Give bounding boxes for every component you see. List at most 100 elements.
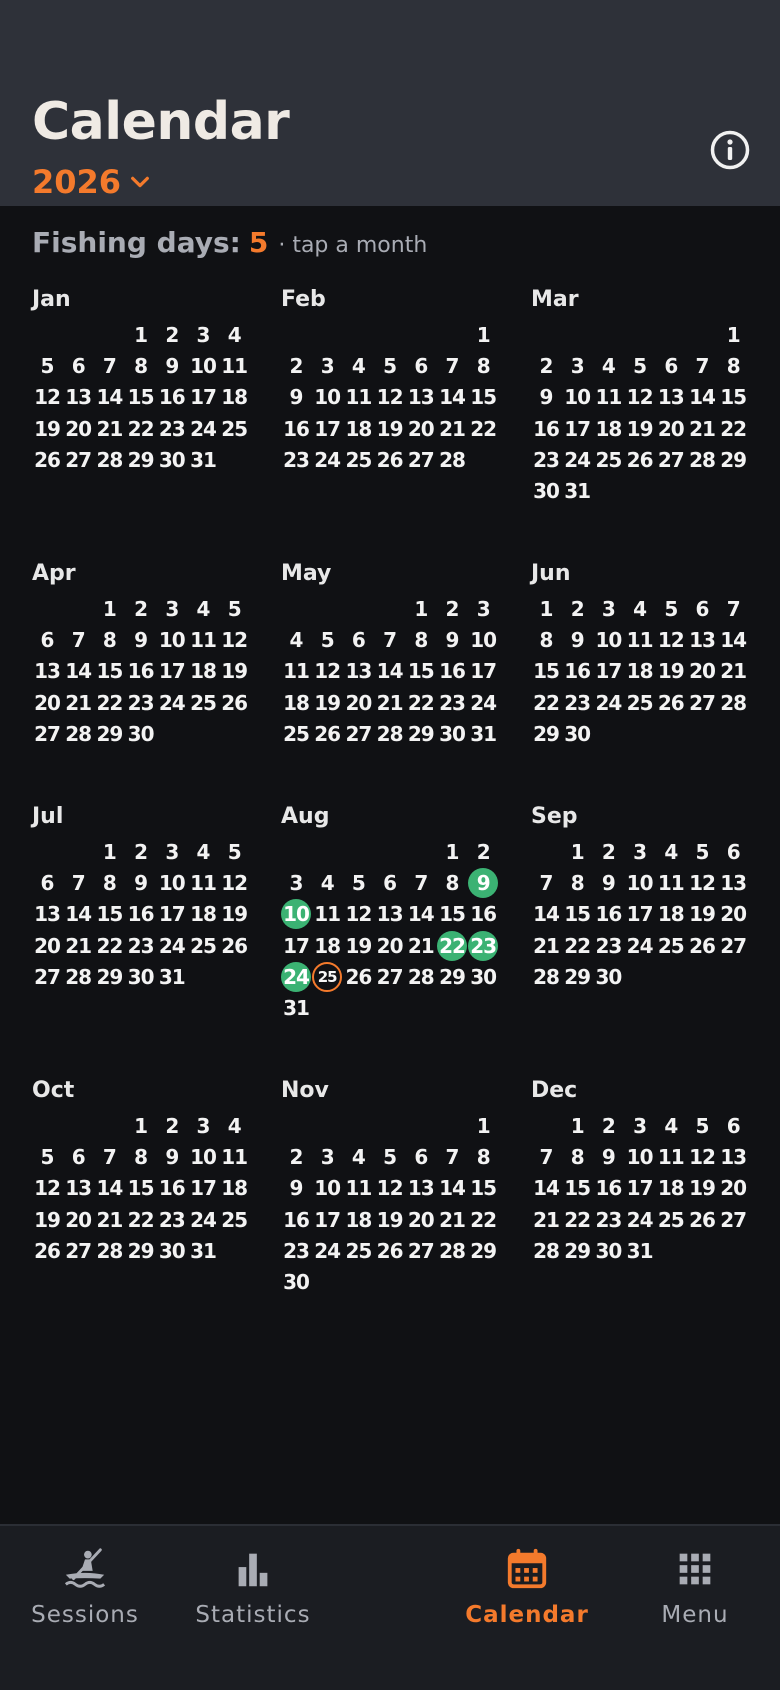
month-nov[interactable]: Nov 1 2 3 4 5 6 7 8 9 10 11 12 13 14 15 16 17 18 19 20 21 22 23… (281, 1077, 531, 1294)
day-cell: 31 (626, 1238, 654, 1263)
day-cell: 19 (34, 1207, 61, 1232)
today-marker: 25 (312, 961, 343, 992)
day-cell: 6 (383, 871, 397, 896)
day-cell: 29 (564, 1238, 591, 1263)
tap-month-hint: · tap a month (278, 233, 428, 258)
fishing-day: 24 (281, 961, 311, 992)
day-cell: 7 (414, 871, 428, 896)
day-cell: 20 (720, 1176, 747, 1201)
nav-sessions[interactable]: Sessions (0, 1526, 170, 1646)
day-cell: 13 (345, 659, 372, 684)
month-feb[interactable]: Feb 1 2 3 4 5 6 7 8 9 10 11 12 13 14 15 16 17 18 19 20 21 22 23… (281, 286, 531, 472)
month-jun[interactable]: Jun 1 2 3 4 5 6 7 8 9 10 11 12 13 14 15 16 17 18 19 20 21 22 23… (531, 560, 780, 746)
nav-menu[interactable]: Menu (610, 1526, 780, 1646)
day-cell: 6 (664, 354, 678, 379)
day-cell: 5 (383, 1145, 397, 1170)
month-jan[interactable]: Jan 1 2 3 4 5 6 7 8 9 10 11 12 13 14 15 16 17 18 19 20 21 22 23… (32, 286, 282, 472)
day-cell: 25 (626, 690, 654, 715)
day-cell: 27 (34, 721, 61, 746)
nav-statistics[interactable]: Statistics (168, 1526, 338, 1646)
day-cell: 9 (134, 628, 148, 653)
day-cell: 20 (407, 1207, 435, 1232)
day-cell: 8 (476, 354, 491, 379)
day-cell: 2 (445, 597, 460, 621)
month-dec[interactable]: Dec 1 2 3 4 5 6 7 8 9 10 11 12 13 14 15 16 17 18 19 20 21 22 23… (531, 1077, 780, 1263)
day-cell: 16 (283, 1207, 310, 1232)
day-cell: 26 (221, 690, 248, 715)
calendar-icon (507, 1548, 547, 1589)
day-cell: 10 (190, 354, 217, 379)
day-cell: 19 (34, 416, 61, 441)
day-cell: 29 (127, 447, 155, 472)
day-cell: 8 (570, 1145, 585, 1170)
day-cell: 1 (476, 323, 491, 347)
day-cell: 9 (570, 628, 585, 653)
day-cell: 3 (165, 840, 179, 864)
info-icon[interactable] (710, 130, 750, 170)
day-cell: 29 (470, 1238, 497, 1263)
day-cell: 14 (439, 1176, 466, 1201)
day-cell: 11 (657, 1145, 685, 1170)
day-cell: 8 (134, 1145, 148, 1170)
day-cell: 28 (533, 964, 560, 989)
month-oct[interactable]: Oct 1 2 3 4 5 6 7 8 9 10 11 12 13 14 15 16 17 18 19 20 21 22 23… (32, 1077, 282, 1263)
day-cell: 9 (134, 871, 148, 896)
day-cell: 1 (102, 597, 117, 621)
month-apr[interactable]: Apr 1 2 3 4 5 6 7 8 9 10 11 12 13 14 15 16 17 18 19 20 21 22 23… (32, 560, 282, 746)
day-cell: 26 (34, 1238, 61, 1263)
day-cell: 26 (34, 447, 61, 472)
month-aug[interactable]: Aug 1 2 3 4 5 6 7 8 9 10 11 12 13 14 15 16 17 18 19 20 21 22 23… (281, 803, 531, 1020)
day-cell: 28 (376, 721, 404, 746)
day-cell: 23 (564, 690, 591, 715)
month-may[interactable]: May 1 2 3 4 5 6 7 8 9 10 11 12 13 14 15 16 17 18 19 20 21 22 23… (281, 560, 531, 746)
day-cell: 18 (345, 1207, 372, 1232)
day-cell: 9 (601, 871, 616, 896)
month-jul[interactable]: Jul 1 2 3 4 5 6 7 8 9 10 11 12 13 14 15 16 17 18 19 20 21 22 23… (32, 803, 282, 989)
month-mar[interactable]: Mar 1 2 3 4 5 6 7 8 9 10 11 12 13 14 15 16 17 18 19 20 21 22 23… (531, 286, 780, 503)
day-cell: 6 (695, 597, 710, 621)
day-cell: 8 (445, 871, 460, 896)
day-cell: 16 (470, 902, 497, 927)
day-cell: 11 (190, 628, 217, 653)
day-cell: 24 (595, 690, 622, 715)
day-cell: 3 (633, 840, 647, 864)
day-cell: 4 (351, 354, 366, 379)
day-cell: 22 (96, 933, 123, 958)
day-cell: 21 (689, 416, 716, 441)
day-cell: 31 (190, 1238, 217, 1263)
day-cell: 14 (96, 1176, 123, 1201)
day-cell: 16 (595, 902, 622, 927)
day-cell: 12 (314, 659, 341, 684)
day-cell: 8 (134, 354, 148, 379)
day-cell: 9 (445, 628, 460, 653)
day-cell: 18 (221, 385, 248, 410)
day-cell: 20 (407, 416, 435, 441)
day-cell: 22 (96, 690, 123, 715)
day-cell: 10 (314, 385, 341, 410)
day-cell: 21 (439, 416, 466, 441)
day-cell: 28 (407, 964, 435, 989)
day-cell: 18 (283, 690, 310, 715)
day-cell: 2 (289, 1145, 304, 1170)
day-cell: 27 (376, 964, 404, 989)
day-cell: 15 (470, 1176, 497, 1201)
day-cell: 16 (439, 659, 466, 684)
day-cell: 23 (595, 1207, 622, 1232)
day-cell: 11 (345, 385, 372, 410)
day-cell: 17 (158, 659, 186, 684)
day-cell: 11 (283, 659, 310, 684)
day-cell: 5 (320, 628, 335, 653)
month-name: Jan (32, 287, 71, 312)
month-sep[interactable]: Sep 1 2 3 4 5 6 7 8 9 10 11 12 13 14 15 16 17 18 19 20 21 22 23… (531, 803, 780, 989)
nav-label-menu: Menu (661, 1602, 729, 1628)
nav-calendar[interactable]: Calendar (442, 1526, 612, 1646)
day-cell: 4 (227, 1114, 242, 1138)
day-cell: 30 (595, 1238, 622, 1263)
day-cell: 3 (633, 1114, 647, 1138)
year-selector[interactable]: 2026 (32, 163, 151, 201)
fishing-days-summary: Fishing days: 5 · tap a month (32, 226, 427, 260)
day-cell: 14 (533, 902, 560, 927)
day-cell: 21 (65, 933, 92, 958)
day-cell: 15 (564, 902, 591, 927)
day-cell: 22 (127, 1207, 155, 1232)
